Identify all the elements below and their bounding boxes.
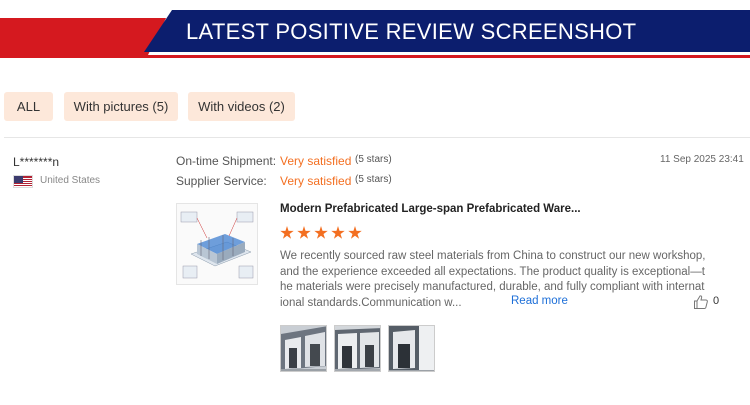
review-text-line: he materials were precisely manufactured… (280, 281, 705, 293)
product-thumbnail[interactable] (176, 203, 258, 285)
reviewer-country: United States (40, 175, 101, 186)
review-photo[interactable] (388, 325, 435, 372)
reviewer-name: L*******n (13, 155, 60, 169)
rating-stars-shipment: (5 stars) (355, 154, 392, 165)
read-more-link[interactable]: Read more (511, 295, 568, 307)
star-icon (348, 226, 362, 239)
star-icon (314, 226, 328, 239)
star-icon (280, 226, 294, 239)
filter-with-pictures-button[interactable]: With pictures (5) (64, 92, 178, 121)
filter-all-button[interactable]: ALL (4, 92, 53, 121)
rating-stars-service: (5 stars) (355, 174, 392, 185)
review-photo[interactable] (280, 325, 327, 372)
review-date: 11 Sep 2025 23:41 (660, 154, 744, 165)
us-flag-icon (13, 175, 33, 188)
star-icon (297, 226, 311, 239)
product-title[interactable]: Modern Prefabricated Large-span Prefabri… (280, 203, 581, 215)
divider (4, 137, 750, 138)
review-text-line: ional standards.Communication w... (280, 296, 462, 309)
rating-value-shipment: Very satisfied (280, 154, 352, 168)
review-text-line: and the experience exceeded all expectat… (280, 265, 705, 278)
review-photo[interactable] (334, 325, 381, 372)
product-rating-stars (280, 226, 362, 240)
banner-title: LATEST POSITIVE REVIEW SCREENSHOT (186, 19, 637, 44)
review-text: We recently sourced raw steel materials … (280, 249, 706, 311)
thumbs-up-icon[interactable] (693, 294, 709, 310)
rating-value-service: Very satisfied (280, 174, 352, 188)
like-count: 0 (713, 295, 720, 307)
rating-label-service: Supplier Service: (176, 174, 267, 188)
header-banner: LATEST POSITIVE REVIEW SCREENSHOT (0, 0, 750, 60)
filter-with-videos-button[interactable]: With videos (2) (188, 92, 295, 121)
rating-label-shipment: On-time Shipment: (176, 154, 277, 168)
review-text-line: We recently sourced raw steel materials … (280, 250, 706, 262)
star-icon (331, 226, 345, 239)
